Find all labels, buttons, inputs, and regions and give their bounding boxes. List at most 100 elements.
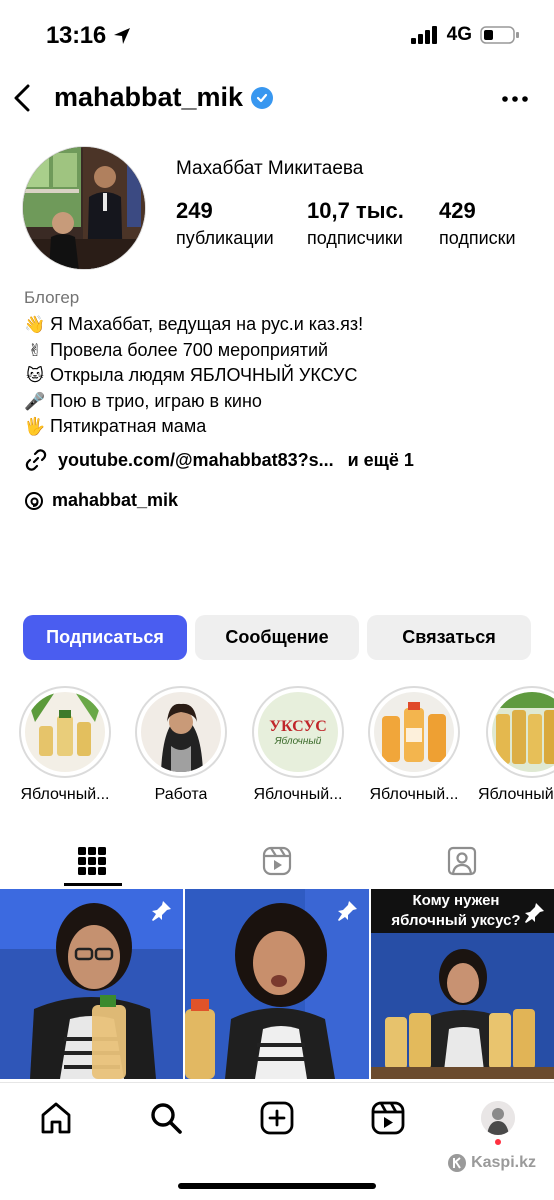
highlight-cover — [25, 692, 105, 772]
pinned-icon — [525, 903, 544, 923]
stat-posts-value: 249 — [176, 198, 213, 223]
watermark: Kaspi.kz — [447, 1153, 536, 1173]
highlight-badge-title: УКСУС — [269, 717, 327, 735]
location-arrow-icon — [114, 28, 130, 44]
contact-button[interactable]: Связаться — [367, 615, 531, 660]
stat-followers-label: подписчики — [307, 228, 403, 248]
battery-icon — [480, 26, 519, 44]
story-highlight[interactable]: Яблочный... — [478, 686, 554, 804]
kaspi-logo-icon — [448, 1154, 467, 1172]
waving-hand-emoji: 👋 — [24, 315, 46, 334]
bio-link-text[interactable]: youtube.com/@mahabbat83?s... — [58, 450, 334, 471]
follow-button[interactable]: Подписаться — [23, 615, 187, 660]
profile-username: mahabbat_mik — [54, 82, 274, 113]
bio-link[interactable]: youtube.com/@mahabbat83?s... и ещё 1 — [24, 448, 414, 472]
watermark-text: Kaspi.kz — [471, 1154, 536, 1171]
highlight-label: Яблочный... — [253, 786, 343, 803]
tab-tagged[interactable] — [370, 838, 554, 884]
link-icon — [25, 449, 47, 471]
stat-posts[interactable]: 249 публикации — [176, 198, 274, 249]
threads-handle[interactable]: mahabbat_mik — [52, 490, 178, 511]
nav-create[interactable] — [257, 1098, 297, 1138]
threads-badge[interactable]: mahabbat_mik — [24, 490, 178, 511]
search-icon — [151, 1103, 182, 1134]
stat-followers-value: 10,7 тыс. — [307, 198, 404, 223]
status-indicators: 4G — [410, 24, 520, 46]
story-highlight[interactable]: Работа — [133, 686, 229, 804]
profile-avatar[interactable] — [22, 146, 146, 270]
home-indicator — [178, 1183, 376, 1189]
back-chevron-icon[interactable] — [10, 84, 34, 112]
notification-dot — [495, 1139, 501, 1145]
grid-icon — [78, 847, 106, 875]
bio-text: Открыла людям ЯБЛОЧНЫЙ УКСУС — [50, 365, 358, 385]
post-thumbnail[interactable] — [0, 889, 183, 1079]
more-icon[interactable] — [502, 95, 528, 103]
nav-profile[interactable] — [478, 1098, 518, 1138]
profile-category: Блогер — [24, 288, 80, 307]
highlight-ring — [486, 686, 554, 778]
stat-following[interactable]: 429 подписки — [439, 198, 516, 249]
username-text: mahabbat_mik — [54, 82, 244, 112]
highlight-ring: УКСУС Яблочный — [252, 686, 344, 778]
highlight-cover — [492, 692, 554, 772]
stat-posts-label: публикации — [176, 228, 274, 248]
bio-line: 🎤 Пою в трио, играю в кино — [24, 389, 363, 415]
story-highlight[interactable]: УКСУС Яблочный Яблочный... — [250, 686, 346, 804]
verified-badge-icon — [251, 86, 274, 109]
story-highlight[interactable]: Яблочный... — [366, 686, 462, 804]
nav-home[interactable] — [36, 1098, 76, 1138]
create-post-icon — [260, 1101, 294, 1135]
tagged-person-icon — [447, 846, 477, 876]
status-time: 13:16 — [46, 22, 106, 49]
stat-following-label: подписки — [439, 228, 516, 248]
profile-avatar-small — [481, 1101, 515, 1135]
bio-text: Провела более 700 мероприятий — [50, 339, 329, 360]
bio-line: 🖐 Пятикратная мама — [24, 414, 363, 440]
microphone-emoji: 🎤 — [24, 391, 46, 411]
stat-followers[interactable]: 10,7 тыс. подписчики — [307, 198, 404, 249]
reels-icon — [371, 1101, 405, 1135]
reels-icon — [262, 846, 292, 876]
bio-link-more[interactable]: и ещё 1 — [348, 450, 414, 471]
highlight-ring — [135, 686, 227, 778]
threads-icon — [25, 491, 43, 510]
raised-hand-emoji: 🖐 — [24, 417, 46, 436]
victory-hand-emoji: ✌ — [27, 340, 43, 360]
highlight-label: Яблочный... — [20, 786, 110, 803]
story-highlight[interactable]: Яблочный... — [17, 686, 113, 804]
post-caption-overlay: Кому нужен яблочный уксус? — [391, 892, 521, 929]
nav-search[interactable] — [146, 1098, 186, 1138]
avatar-photo — [23, 147, 145, 269]
nav-reels[interactable] — [368, 1098, 408, 1138]
tab-reels[interactable] — [185, 838, 369, 884]
active-tab-indicator — [64, 883, 122, 886]
post-thumbnail[interactable]: Кому нужен яблочный уксус? — [371, 889, 554, 1079]
bio-line: 🐱 Открыла людям ЯБЛОЧНЫЙ УКСУС — [24, 363, 363, 389]
cat-emoji: 🐱 — [26, 366, 44, 385]
tab-grid[interactable] — [0, 838, 184, 884]
profile-bio: 👋 Я Махаббат, ведущая на рус.и каз.яз! ✌ П… — [24, 312, 363, 440]
bio-line: 👋 Я Махаббат, ведущая на рус.и каз.яз! — [24, 312, 363, 338]
network-type: 4G — [446, 24, 472, 45]
bio-text: Пятикратная мама — [50, 416, 207, 436]
profile-full-name: Махаббат Микитаева — [176, 158, 364, 179]
highlight-label: Яблочный... — [369, 786, 459, 803]
highlight-cover — [141, 692, 221, 772]
highlight-ring — [368, 686, 460, 778]
pinned-icon — [152, 901, 171, 921]
highlight-badge-sub: Яблочный — [274, 735, 322, 747]
signal-icon — [410, 26, 437, 44]
highlight-label: Работа — [154, 786, 208, 803]
bio-text: Я Махаббат, ведущая на рус.и каз.яз! — [50, 314, 364, 334]
highlight-ring — [19, 686, 111, 778]
stat-following-value: 429 — [439, 198, 476, 223]
home-icon — [41, 1102, 71, 1134]
bio-line: ✌ Провела более 700 мероприятий — [24, 338, 363, 364]
message-button[interactable]: Сообщение — [195, 615, 359, 660]
highlight-label: Яблочный... — [478, 786, 554, 803]
highlight-cover: УКСУС Яблочный — [258, 692, 338, 772]
pinned-icon — [338, 901, 357, 921]
highlight-cover — [374, 692, 454, 772]
post-thumbnail[interactable] — [185, 889, 369, 1079]
